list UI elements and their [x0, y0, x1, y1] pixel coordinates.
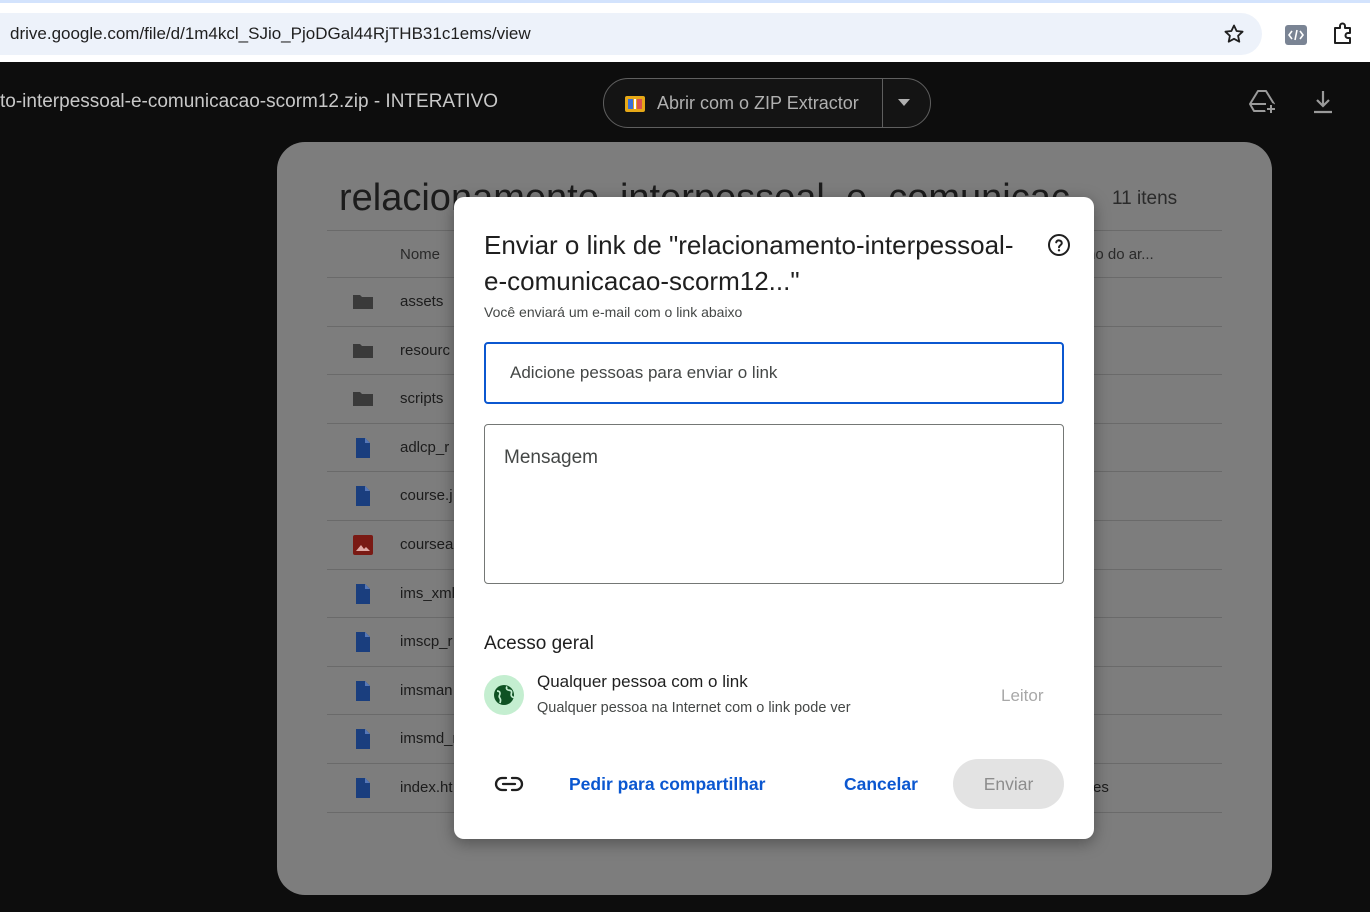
download-icon[interactable]	[1310, 88, 1336, 116]
general-access-description: Qualquer pessoa na Internet com o link p…	[537, 700, 851, 716]
row-name: imsman	[400, 681, 453, 699]
file-title: to-interpessoal-e-comunicacao-scorm12.zi…	[0, 91, 499, 112]
help-icon[interactable]	[1047, 233, 1071, 257]
row-name: scripts	[400, 390, 444, 408]
file-icon	[352, 680, 374, 701]
row-name: imsmd_r	[400, 730, 458, 748]
browser-toolbar: drive.google.com/file/d/1m4kcl_SJio_PjoD…	[0, 0, 1370, 62]
row-name: assets	[400, 293, 444, 310]
devtools-icon[interactable]	[1284, 24, 1308, 46]
row-name: index.ht	[400, 778, 453, 796]
open-with-button[interactable]: Abrir com o ZIP Extractor	[603, 78, 931, 128]
row-size: es	[1093, 778, 1109, 796]
zip-item-count: 11 itens	[1112, 188, 1178, 209]
globe-badge	[484, 675, 524, 715]
general-access-select[interactable]: Qualquer pessoa com o link	[537, 672, 748, 692]
file-icon	[352, 486, 374, 507]
column-name[interactable]: Nome	[400, 246, 440, 263]
role-select[interactable]: Leitor	[1001, 686, 1044, 706]
folder-icon	[352, 389, 374, 409]
row-name: course.j	[400, 487, 453, 505]
ask-to-share-button[interactable]: Pedir para compartilhar	[554, 765, 780, 803]
globe-icon	[494, 685, 515, 705]
open-with-label[interactable]: Abrir com o ZIP Extractor	[657, 93, 859, 114]
address-bar[interactable]: drive.google.com/file/d/1m4kcl_SJio_PjoD…	[0, 13, 1262, 55]
zip-extractor-icon	[625, 96, 645, 112]
row-name: adlcp_r	[400, 438, 450, 456]
file-icon	[352, 632, 374, 653]
file-icon	[352, 583, 374, 604]
send-link-dialog: Enviar o link de "relacionamento-interpe…	[454, 197, 1094, 839]
folder-icon	[352, 341, 374, 361]
star-icon[interactable]	[1222, 22, 1246, 46]
dialog-subtitle: Você enviará um e-mail com o link abaixo	[484, 304, 743, 320]
cancel-button[interactable]: Cancelar	[829, 765, 933, 803]
row-name: imscp_r	[400, 633, 453, 651]
image-icon	[352, 534, 374, 555]
dialog-title: Enviar o link de "relacionamento-interpe…	[484, 230, 1014, 296]
general-access-heading: Acesso geral	[484, 633, 594, 654]
row-name: resourc	[400, 341, 451, 359]
row-name: ims_xml	[400, 584, 455, 602]
file-icon	[352, 729, 374, 750]
link-icon[interactable]	[494, 771, 524, 797]
open-with-divider	[882, 79, 883, 127]
column-size[interactable]: no do ar...	[1087, 246, 1154, 263]
extensions-icon[interactable]	[1330, 21, 1356, 47]
viewer-header: to-interpessoal-e-comunicacao-scorm12.zi…	[0, 62, 1370, 142]
url-text[interactable]: drive.google.com/file/d/1m4kcl_SJio_PjoD…	[10, 24, 531, 44]
message-field[interactable]	[484, 424, 1064, 584]
send-button[interactable]: Enviar	[953, 759, 1064, 809]
row-name: coursea	[400, 535, 454, 553]
add-to-drive-icon[interactable]	[1248, 88, 1278, 116]
chevron-down-icon[interactable]	[898, 99, 910, 106]
file-icon	[352, 777, 374, 798]
add-people-input[interactable]	[484, 342, 1064, 404]
file-icon	[352, 437, 374, 458]
folder-icon	[352, 292, 374, 312]
